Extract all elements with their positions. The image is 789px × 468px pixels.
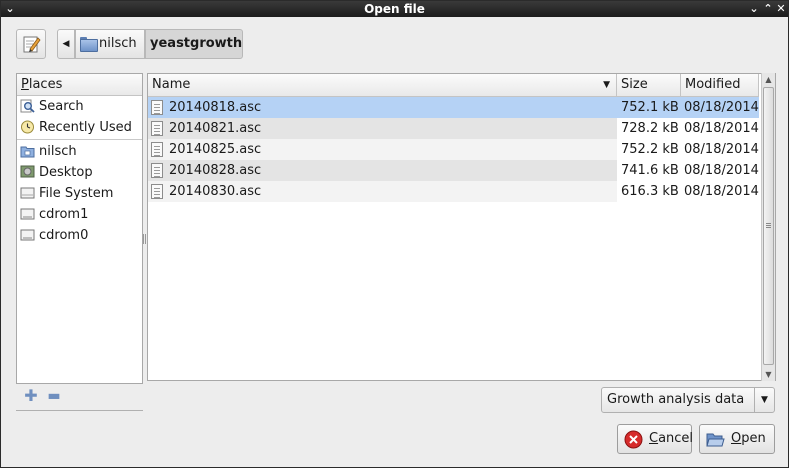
path-item-nilsch[interactable]: nilsch	[75, 29, 145, 59]
plus-icon: ✚	[24, 386, 38, 405]
file-filter-value: Growth analysis data	[607, 392, 745, 407]
minimize-icon[interactable]: ⌄	[747, 2, 761, 16]
search-icon	[20, 99, 35, 113]
place-item-desktop[interactable]: Desktop	[17, 162, 142, 183]
cancel-button[interactable]: Cancel	[617, 424, 693, 454]
file-modified: 08/18/2014	[684, 100, 759, 115]
cdrom-icon	[20, 229, 35, 241]
add-bookmark-button[interactable]: ✚	[21, 386, 41, 405]
file-size: 752.1 kB	[621, 100, 679, 115]
title-bar: ⌄ Open file ⌄ ⌃ ✕	[1, 1, 788, 17]
place-item-nilsch[interactable]: nilsch	[17, 141, 142, 162]
dropdown-arrow-icon: ▼	[754, 388, 774, 412]
close-icon[interactable]: ✕	[774, 2, 788, 16]
place-item-cdrom0[interactable]: cdrom0	[17, 225, 142, 246]
pane-resize-handle[interactable]	[143, 234, 146, 244]
left-arrow-icon: ◀	[62, 39, 70, 49]
file-size: 752.2 kB	[621, 142, 679, 157]
places-sidebar: Places Search Recently Used nilsch Deskt…	[16, 73, 143, 384]
scroll-down-icon[interactable]: ▼	[762, 368, 775, 381]
open-file-dialog: ⌄ Open file ⌄ ⌃ ✕ ◀ nilsch yeastgrowth P…	[0, 0, 789, 468]
file-modified: 08/18/2014	[684, 184, 759, 199]
path-item-yeastgrowth[interactable]: yeastgrowth	[145, 29, 243, 59]
file-size: 728.2 kB	[621, 121, 679, 136]
file-size: 741.6 kB	[621, 163, 679, 178]
file-modified: 08/18/2014	[684, 142, 759, 157]
file-name: 20140828.asc	[169, 163, 262, 178]
text-file-icon	[151, 100, 163, 115]
path-back-button[interactable]: ◀	[57, 29, 75, 59]
file-row[interactable]: 20140825.asc 752.2 kB 08/18/2014	[148, 139, 759, 160]
file-name: 20140818.asc	[169, 100, 262, 115]
file-row[interactable]: 20140821.asc 728.2 kB 08/18/2014	[148, 118, 759, 139]
sort-descending-icon: ▼	[603, 80, 610, 90]
place-item-file-system[interactable]: File System	[17, 183, 142, 204]
text-file-icon	[151, 163, 163, 178]
places-divider	[16, 410, 143, 411]
drive-icon	[20, 187, 35, 199]
place-item-search[interactable]: Search	[17, 96, 142, 117]
window-title: Open file	[364, 2, 425, 16]
text-file-icon	[151, 142, 163, 157]
text-file-icon	[151, 184, 163, 199]
text-file-icon	[151, 121, 163, 136]
cancel-icon	[624, 430, 643, 449]
home-folder-icon	[20, 146, 35, 158]
folder-icon	[80, 37, 98, 52]
column-header-size[interactable]: Size	[617, 74, 681, 97]
desktop-icon	[20, 165, 35, 178]
place-item-cdrom1[interactable]: cdrom1	[17, 204, 142, 225]
edit-location-button[interactable]	[16, 29, 46, 59]
place-item-recently-used[interactable]: Recently Used	[17, 117, 142, 138]
file-modified: 08/18/2014	[684, 121, 759, 136]
file-list: Name ▼ Size Modified 20140818.asc 752.1 …	[147, 73, 776, 381]
file-name: 20140821.asc	[169, 121, 262, 136]
minus-icon: ▬	[47, 388, 61, 404]
column-header-modified[interactable]: Modified	[681, 74, 759, 97]
places-separator	[17, 139, 142, 140]
open-folder-icon	[706, 433, 725, 447]
places-header[interactable]: Places	[17, 74, 142, 96]
open-button[interactable]: Open	[699, 424, 775, 454]
file-name: 20140830.asc	[169, 184, 262, 199]
file-name: 20140825.asc	[169, 142, 262, 157]
maximize-icon[interactable]: ⌃	[761, 2, 775, 16]
scroll-up-icon[interactable]: ▲	[762, 73, 775, 86]
file-row[interactable]: 20140818.asc 752.1 kB 08/18/2014	[148, 97, 759, 118]
file-row[interactable]: 20140830.asc 616.3 kB 08/18/2014	[148, 181, 759, 202]
remove-bookmark-button[interactable]: ▬	[44, 389, 64, 405]
file-modified: 08/18/2014	[684, 163, 759, 178]
pencil-edit-icon	[23, 36, 41, 53]
window-menu-icon[interactable]: ⌄	[3, 2, 17, 16]
column-header-name[interactable]: Name ▼	[148, 74, 617, 97]
file-row[interactable]: 20140828.asc 741.6 kB 08/18/2014	[148, 160, 759, 181]
scroll-thumb[interactable]	[763, 87, 774, 365]
file-size: 616.3 kB	[621, 184, 679, 199]
cdrom-icon	[20, 208, 35, 220]
file-filter-select[interactable]: Growth analysis data ▼	[601, 387, 775, 413]
clock-icon	[21, 120, 34, 134]
file-list-scrollbar[interactable]: ▲ ▼	[761, 73, 775, 381]
